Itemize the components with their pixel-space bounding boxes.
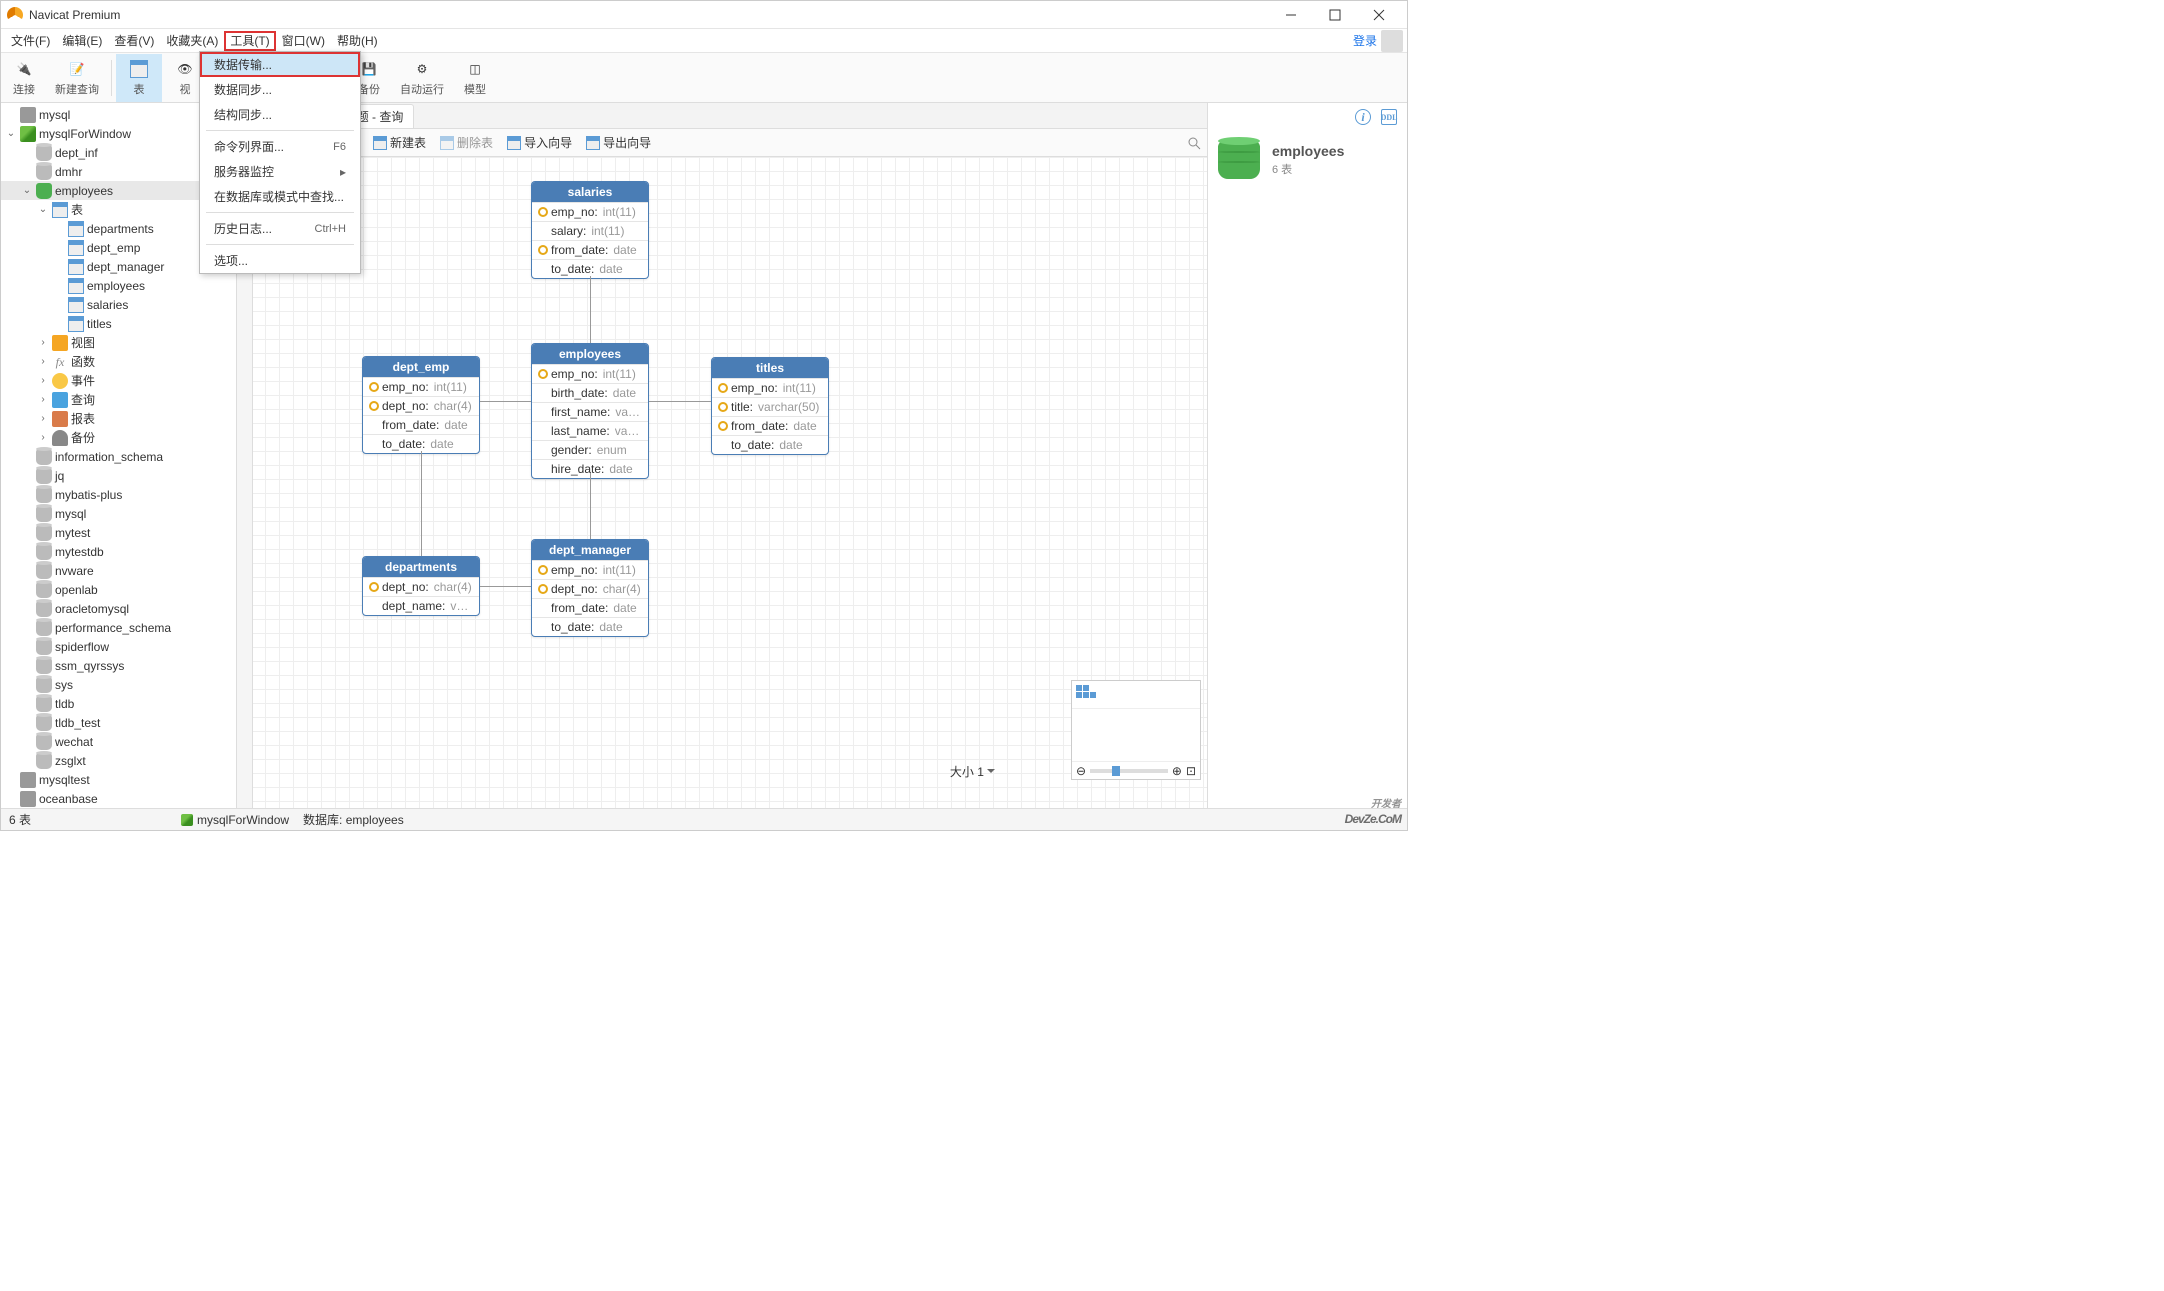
toolbar-plug[interactable]: 🔌连接 [1,54,47,102]
tree-item[interactable]: tldb_test [1,713,236,732]
menu-工具(T)[interactable]: 工具(T) [224,31,275,51]
connection-icon [181,814,193,826]
toolbar-auto[interactable]: ⚙自动运行 [392,54,452,102]
tree-item[interactable]: mytestdb [1,542,236,561]
menu-查看(V)[interactable]: 查看(V) [108,31,160,51]
login-link[interactable]: 登录 [1353,32,1377,49]
menu-帮助(H)[interactable]: 帮助(H) [331,31,384,51]
tree-item[interactable]: ›备份 [1,428,236,447]
tree-item[interactable]: ›事件 [1,371,236,390]
toolbar-table[interactable]: 表 [116,54,162,102]
diagram-canvas[interactable]: salariesemp_no:int(11)salary:int(11)from… [237,157,1207,808]
minimap[interactable]: ⊖ ⊕ ⊡ [1071,680,1201,780]
entity-dept_manager[interactable]: dept_manageremp_no:int(11)dept_no:char(4… [531,539,649,637]
sub-toolbar: 开表设计表新建表删除表导入向导导出向导 [237,129,1207,157]
info-subtitle: 6 表 [1272,161,1344,177]
zoom-out-icon[interactable]: ⊖ [1076,764,1086,778]
main-panel: 象* 无标题 - 查询 开表设计表新建表删除表导入向导导出向导 salaries… [237,103,1207,808]
tree-item[interactable]: employees [1,276,236,295]
tree-item[interactable]: ›fx函数 [1,352,236,371]
avatar-icon[interactable] [1381,30,1403,52]
tree-item[interactable]: oceanbase [1,789,236,808]
entity-employees[interactable]: employeesemp_no:int(11)birth_date:datefi… [531,343,649,479]
toolbar-model[interactable]: ◫模型 [452,54,498,102]
status-database: 数据库: employees [303,811,404,828]
zoom-in-icon[interactable]: ⊕ [1172,764,1182,778]
status-left: 6 表 [9,811,31,828]
watermark: 开发者 DevZe.CoM [1345,795,1401,828]
close-button[interactable] [1357,2,1401,28]
tree-item[interactable]: performance_schema [1,618,236,637]
tree-item[interactable]: wechat [1,732,236,751]
info-title: employees [1272,143,1344,159]
window-title: Navicat Premium [29,8,120,22]
tools-dropdown: 数据传输...数据同步...结构同步... 命令列界面...F6服务器监控▸在数据… [199,51,361,274]
menu-item[interactable]: 结构同步... [200,102,360,127]
tree-item[interactable]: mytest [1,523,236,542]
subtool-button: 删除表 [434,131,499,154]
info-icon[interactable]: i [1355,109,1371,125]
menu-编辑(E)[interactable]: 编辑(E) [56,31,108,51]
menubar: 文件(F)编辑(E)查看(V)收藏夹(A)工具(T)窗口(W)帮助(H) 登录 … [1,29,1407,53]
tree-item[interactable]: nvware [1,561,236,580]
menu-item[interactable]: 服务器监控▸ [200,159,360,184]
tree-item[interactable]: zsglxt [1,751,236,770]
app-window: Navicat Premium 文件(F)编辑(E)查看(V)收藏夹(A)工具(… [0,0,1408,831]
menu-窗口(W)[interactable]: 窗口(W) [276,31,331,51]
tree-item[interactable]: openlab [1,580,236,599]
menu-item[interactable]: 数据传输... [200,52,360,77]
menu-收藏夹(A)[interactable]: 收藏夹(A) [160,31,224,51]
subtool-button[interactable]: 新建表 [367,131,432,154]
tree-item[interactable]: ›查询 [1,390,236,409]
tree-item[interactable]: ssm_qyrssys [1,656,236,675]
zoom-fit-icon[interactable]: ⊡ [1186,764,1196,778]
app-logo-icon [7,7,23,23]
tree-item[interactable]: mybatis-plus [1,485,236,504]
minimize-button[interactable] [1269,2,1313,28]
status-connection: mysqlForWindow [197,813,289,827]
titlebar: Navicat Premium [1,1,1407,29]
database-icon [1218,141,1260,179]
tree-item[interactable]: information_schema [1,447,236,466]
toolbar-query-new[interactable]: 📝新建查询 [47,54,107,102]
tree-item[interactable]: oracletomysql [1,599,236,618]
entity-dept_emp[interactable]: dept_empemp_no:int(11)dept_no:char(4)fro… [362,356,480,454]
sql-icon[interactable]: DDL [1381,109,1397,125]
tree-item[interactable]: mysql [1,504,236,523]
menu-item[interactable]: 命令列界面...F6 [200,134,360,159]
tree-item[interactable]: salaries [1,295,236,314]
tree-item[interactable]: jq [1,466,236,485]
tabstrip: 象* 无标题 - 查询 [237,103,1207,129]
menu-item[interactable]: 历史日志...Ctrl+H [200,216,360,241]
zoom-slider[interactable] [1090,769,1168,773]
tree-item[interactable]: tldb [1,694,236,713]
tree-item[interactable]: mysqltest [1,770,236,789]
size-info: 大小 1 [950,763,995,780]
tree-item[interactable]: ›视图 [1,333,236,352]
window-controls [1269,2,1401,28]
menu-item[interactable]: 在数据库或模式中查找... [200,184,360,209]
menu-item[interactable]: 数据同步... [200,77,360,102]
search-icon[interactable] [1187,136,1201,150]
menu-文件(F)[interactable]: 文件(F) [5,31,56,51]
subtool-button[interactable]: 导出向导 [580,131,657,154]
entity-titles[interactable]: titlesemp_no:int(11)title:varchar(50)fro… [711,357,829,455]
tree-item[interactable]: titles [1,314,236,333]
subtool-button[interactable]: 导入向导 [501,131,578,154]
menu-item[interactable]: 选项... [200,248,360,273]
maximize-button[interactable] [1313,2,1357,28]
entity-departments[interactable]: departmentsdept_no:char(4)dept_name:varc… [362,556,480,616]
tree-item[interactable]: spiderflow [1,637,236,656]
info-panel: i DDL employees 6 表 [1207,103,1407,808]
tree-item[interactable]: sys [1,675,236,694]
entity-salaries[interactable]: salariesemp_no:int(11)salary:int(11)from… [531,181,649,279]
tree-item[interactable]: ›报表 [1,409,236,428]
statusbar: 6 表 mysqlForWindow 数据库: employees [1,808,1407,830]
